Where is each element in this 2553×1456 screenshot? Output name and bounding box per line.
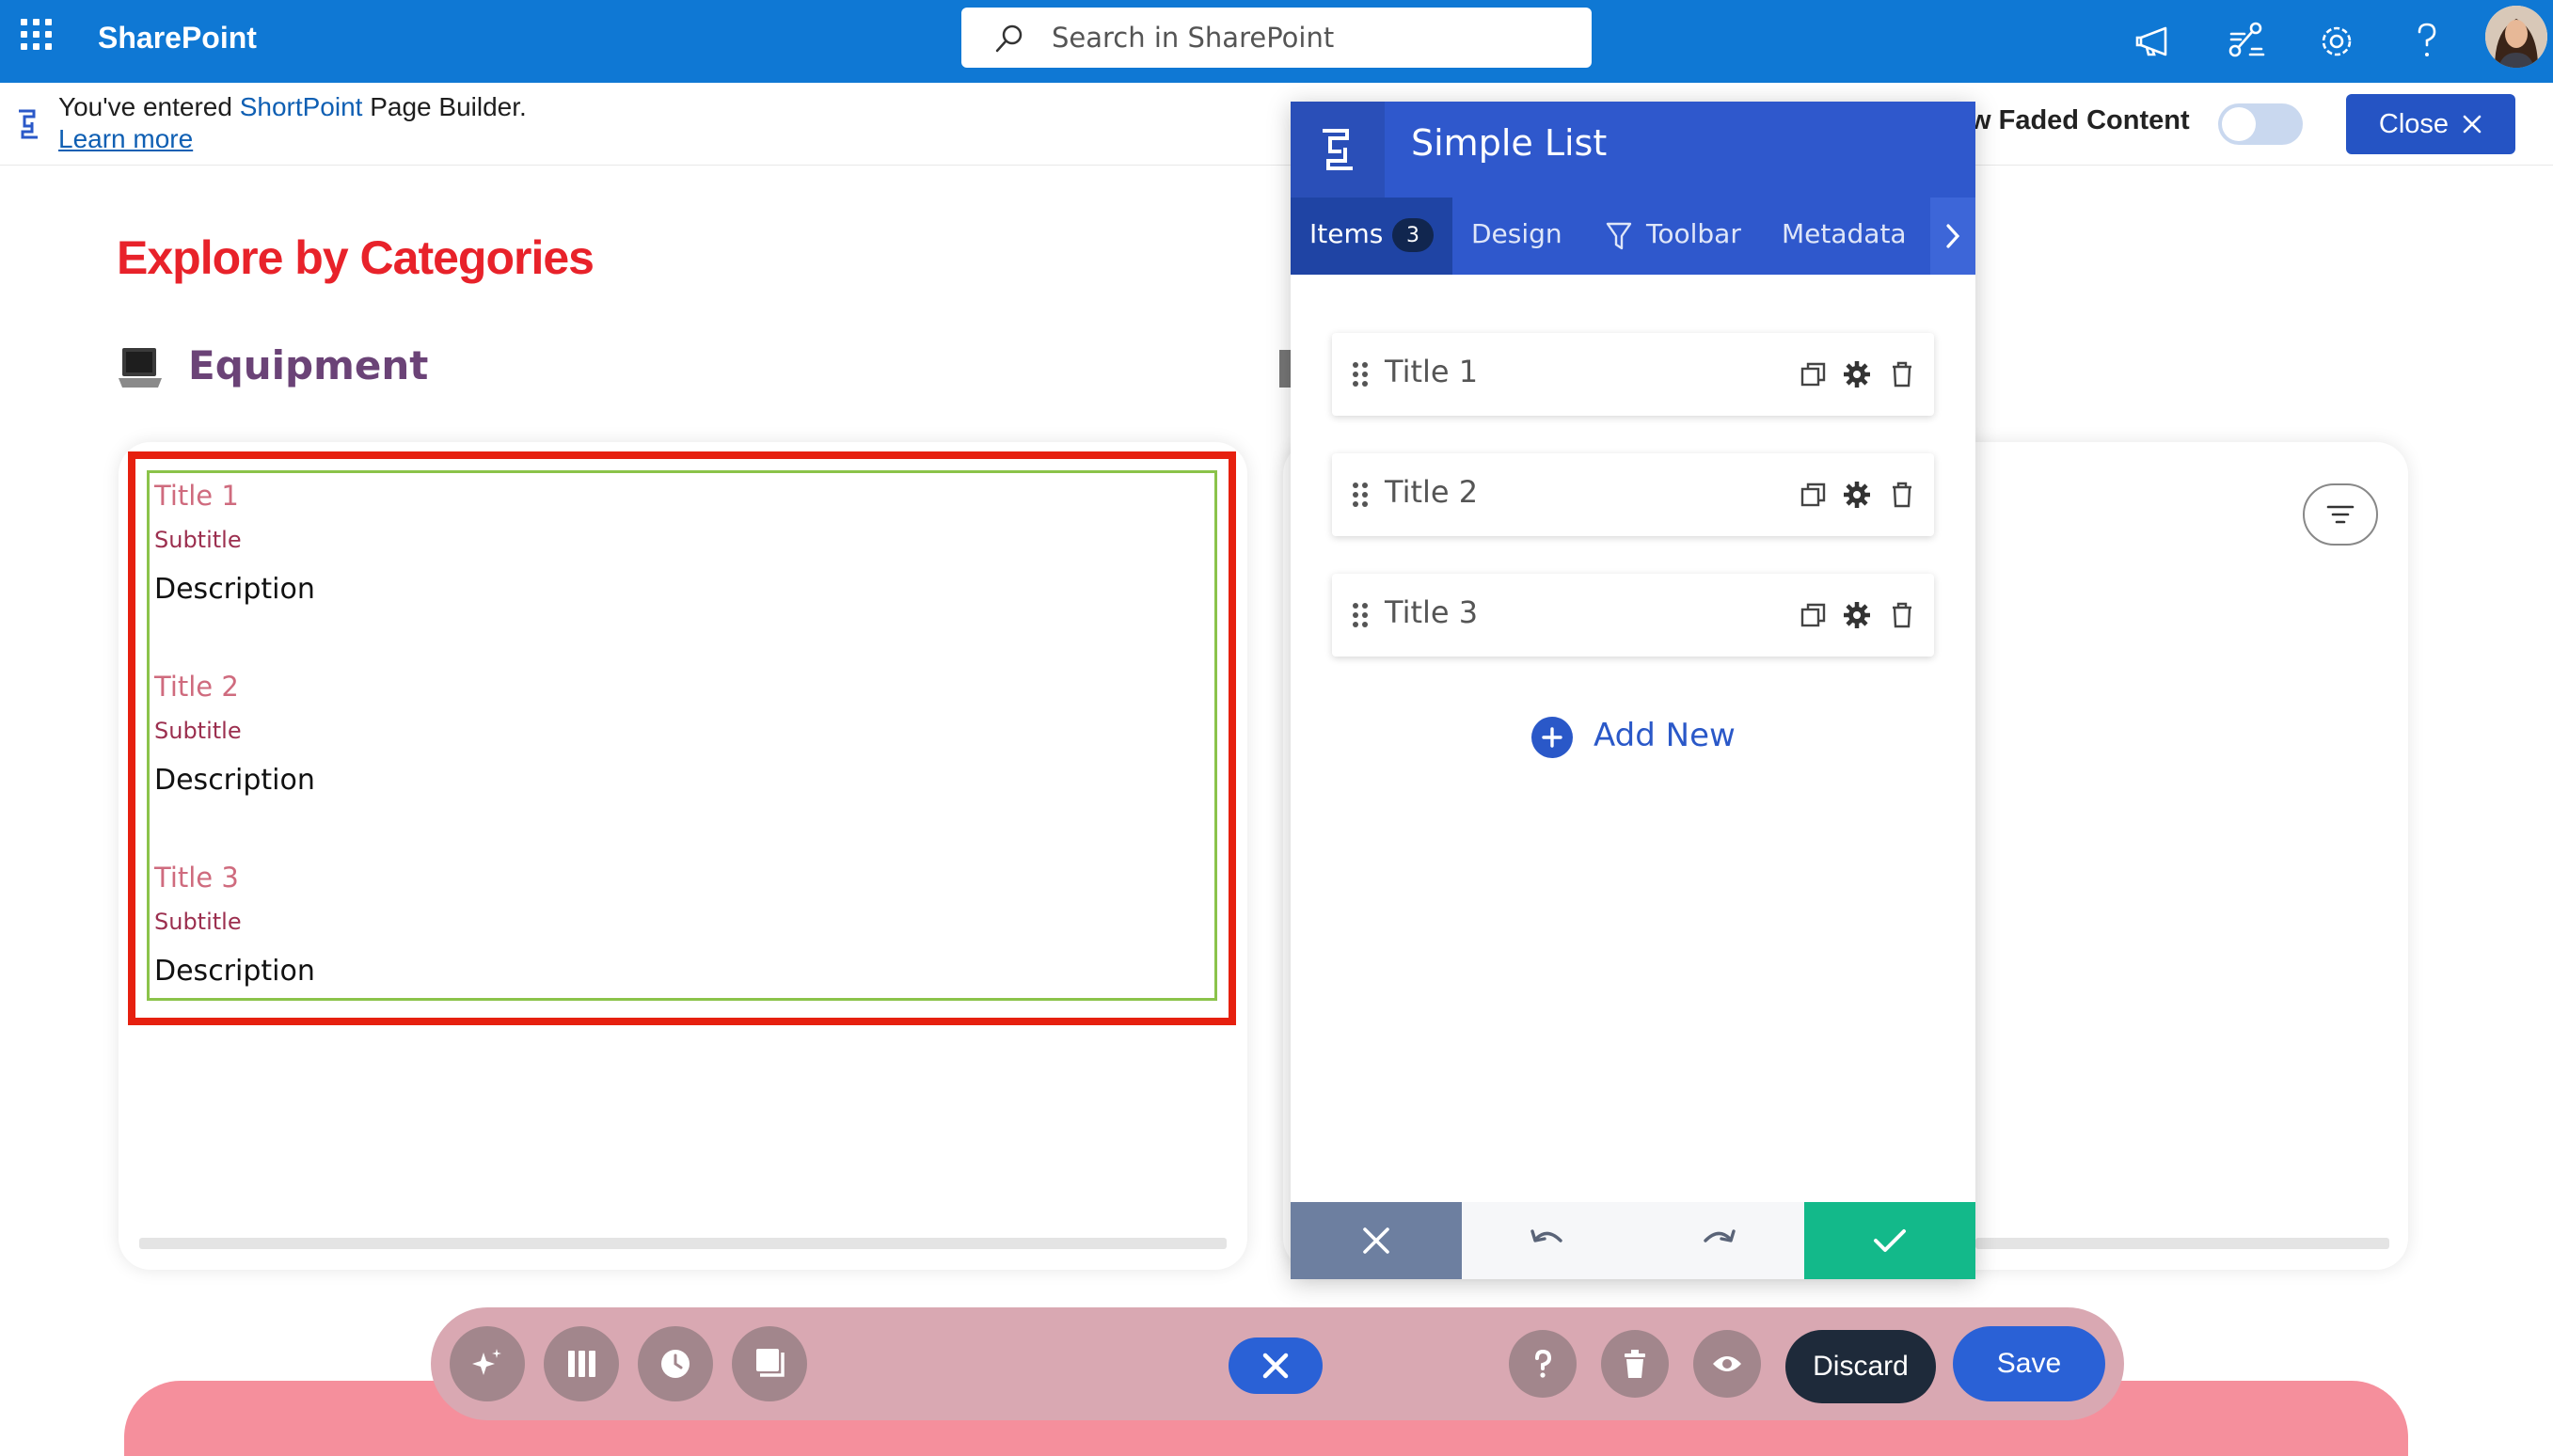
- list-item-subtitle: Subtitle: [154, 718, 242, 744]
- panel-header[interactable]: [1291, 102, 1975, 198]
- card-scrollbar[interactable]: [139, 1238, 1227, 1249]
- panel-title: Simple List: [1411, 122, 1608, 164]
- drag-handle-icon[interactable]: [1351, 601, 1370, 629]
- clock-icon: [661, 1350, 690, 1378]
- shortpoint-logo-icon: [1323, 129, 1353, 170]
- history-tool-button[interactable]: [638, 1326, 713, 1401]
- save-button[interactable]: Save: [1953, 1326, 2105, 1401]
- notice-suffix: Page Builder.: [362, 92, 527, 121]
- close-builder-button[interactable]: Close: [2346, 94, 2515, 154]
- filter-button[interactable]: [2303, 483, 2378, 546]
- tab-metadata[interactable]: Metadata: [1782, 218, 1907, 249]
- add-new-icon[interactable]: [1531, 717, 1573, 758]
- panel-item-label: Title 3: [1385, 594, 1479, 630]
- trash-icon: [1625, 1350, 1645, 1378]
- layers-tool-button[interactable]: [732, 1326, 807, 1401]
- columns-icon: [568, 1351, 595, 1377]
- close-icon: [2463, 115, 2482, 134]
- panel-item-label: Title 2: [1385, 474, 1479, 510]
- list-item-description: Description: [154, 573, 315, 606]
- duplicate-icon[interactable]: [1799, 480, 1829, 510]
- user-avatar[interactable]: [2485, 6, 2547, 68]
- list-item-description: Description: [154, 955, 315, 988]
- page-heading: Explore by Categories: [117, 231, 595, 284]
- notice-prefix: You've entered: [58, 92, 240, 121]
- list-item-subtitle: Subtitle: [154, 527, 242, 553]
- gear-icon[interactable]: [1842, 600, 1872, 630]
- layers-icon: [756, 1349, 785, 1377]
- app-launcher-icon[interactable]: [17, 13, 58, 55]
- sparkle-tool-button[interactable]: [450, 1326, 525, 1401]
- gear-icon[interactable]: [1842, 480, 1872, 510]
- close-icon: [1363, 1227, 1389, 1254]
- tab-design[interactable]: Design: [1471, 218, 1562, 249]
- laptop-icon: [119, 348, 162, 388]
- panel-cancel-button[interactable]: [1291, 1202, 1462, 1279]
- section-title: Equipment: [188, 342, 429, 388]
- card-scrollbar-right[interactable]: [1975, 1238, 2389, 1249]
- search-icon: [995, 24, 1023, 53]
- duplicate-icon[interactable]: [1799, 359, 1829, 389]
- help-icon[interactable]: [2399, 13, 2455, 70]
- toolbar-close-button[interactable]: [1229, 1337, 1323, 1394]
- trash-icon[interactable]: [1887, 480, 1917, 510]
- trash-icon[interactable]: [1887, 600, 1917, 630]
- toggle-knob[interactable]: [2222, 107, 2256, 141]
- redo-icon: [1704, 1229, 1736, 1242]
- undo-button[interactable]: [1462, 1202, 1633, 1279]
- drag-handle-icon[interactable]: [1351, 360, 1370, 388]
- filter-icon: [2326, 505, 2355, 524]
- notice-product: ShortPoint: [239, 92, 363, 121]
- add-new-button[interactable]: Add New: [1594, 717, 1736, 754]
- share-icon[interactable]: [2218, 13, 2275, 70]
- sparkle-icon: [472, 1349, 501, 1375]
- list-item-title: Title 3: [154, 862, 239, 894]
- duplicate-icon[interactable]: [1799, 600, 1829, 630]
- notice-text: You've entered ShortPoint Page Builder.: [58, 92, 527, 122]
- plus-icon: [1542, 727, 1562, 748]
- megaphone-icon[interactable]: [2128, 13, 2184, 70]
- simple-list-element[interactable]: [147, 470, 1217, 1001]
- list-item-title: Title 1: [154, 480, 239, 512]
- close-icon: [1262, 1353, 1289, 1379]
- trash-icon[interactable]: [1887, 359, 1917, 389]
- drag-handle-icon[interactable]: [1351, 481, 1370, 509]
- items-count-badge: 3: [1392, 218, 1434, 252]
- list-item-description: Description: [154, 764, 315, 797]
- gear-icon[interactable]: [1842, 359, 1872, 389]
- check-icon: [1874, 1229, 1906, 1252]
- question-icon: [1535, 1349, 1552, 1378]
- faded-content-label: w Faded Content: [1970, 105, 2190, 135]
- delete-tool-button[interactable]: [1601, 1330, 1669, 1398]
- gear-icon[interactable]: [2308, 13, 2365, 70]
- learn-more-link[interactable]: Learn more: [58, 124, 193, 154]
- user-photo-icon: [2485, 6, 2547, 68]
- columns-tool-button[interactable]: [544, 1326, 619, 1401]
- close-builder-label: Close: [2378, 108, 2450, 139]
- search-placeholder: Search in SharePoint: [1052, 22, 1335, 54]
- eye-icon: [1713, 1356, 1741, 1371]
- chevron-right-icon: [1946, 224, 1960, 248]
- filter-icon: [1606, 222, 1632, 250]
- tab-toolbar[interactable]: Toolbar: [1646, 218, 1741, 249]
- panel-confirm-button[interactable]: [1804, 1202, 1975, 1279]
- shortpoint-logo-icon: [19, 109, 38, 139]
- panel-item-label: Title 1: [1385, 354, 1479, 389]
- preview-tool-button[interactable]: [1693, 1330, 1761, 1398]
- redo-button[interactable]: [1633, 1202, 1804, 1279]
- panel-logo: [1291, 102, 1385, 198]
- help-tool-button[interactable]: [1509, 1330, 1577, 1398]
- tabs-scroll-right[interactable]: [1930, 198, 1975, 275]
- list-item-subtitle: Subtitle: [154, 909, 242, 935]
- tab-items-label[interactable]: Items: [1309, 218, 1383, 249]
- element-settings-panel: [1291, 102, 1975, 1279]
- list-item-title: Title 2: [154, 671, 239, 703]
- undo-icon: [1530, 1229, 1562, 1242]
- discard-button[interactable]: Discard: [1785, 1330, 1936, 1403]
- app-brand[interactable]: SharePoint: [98, 17, 257, 58]
